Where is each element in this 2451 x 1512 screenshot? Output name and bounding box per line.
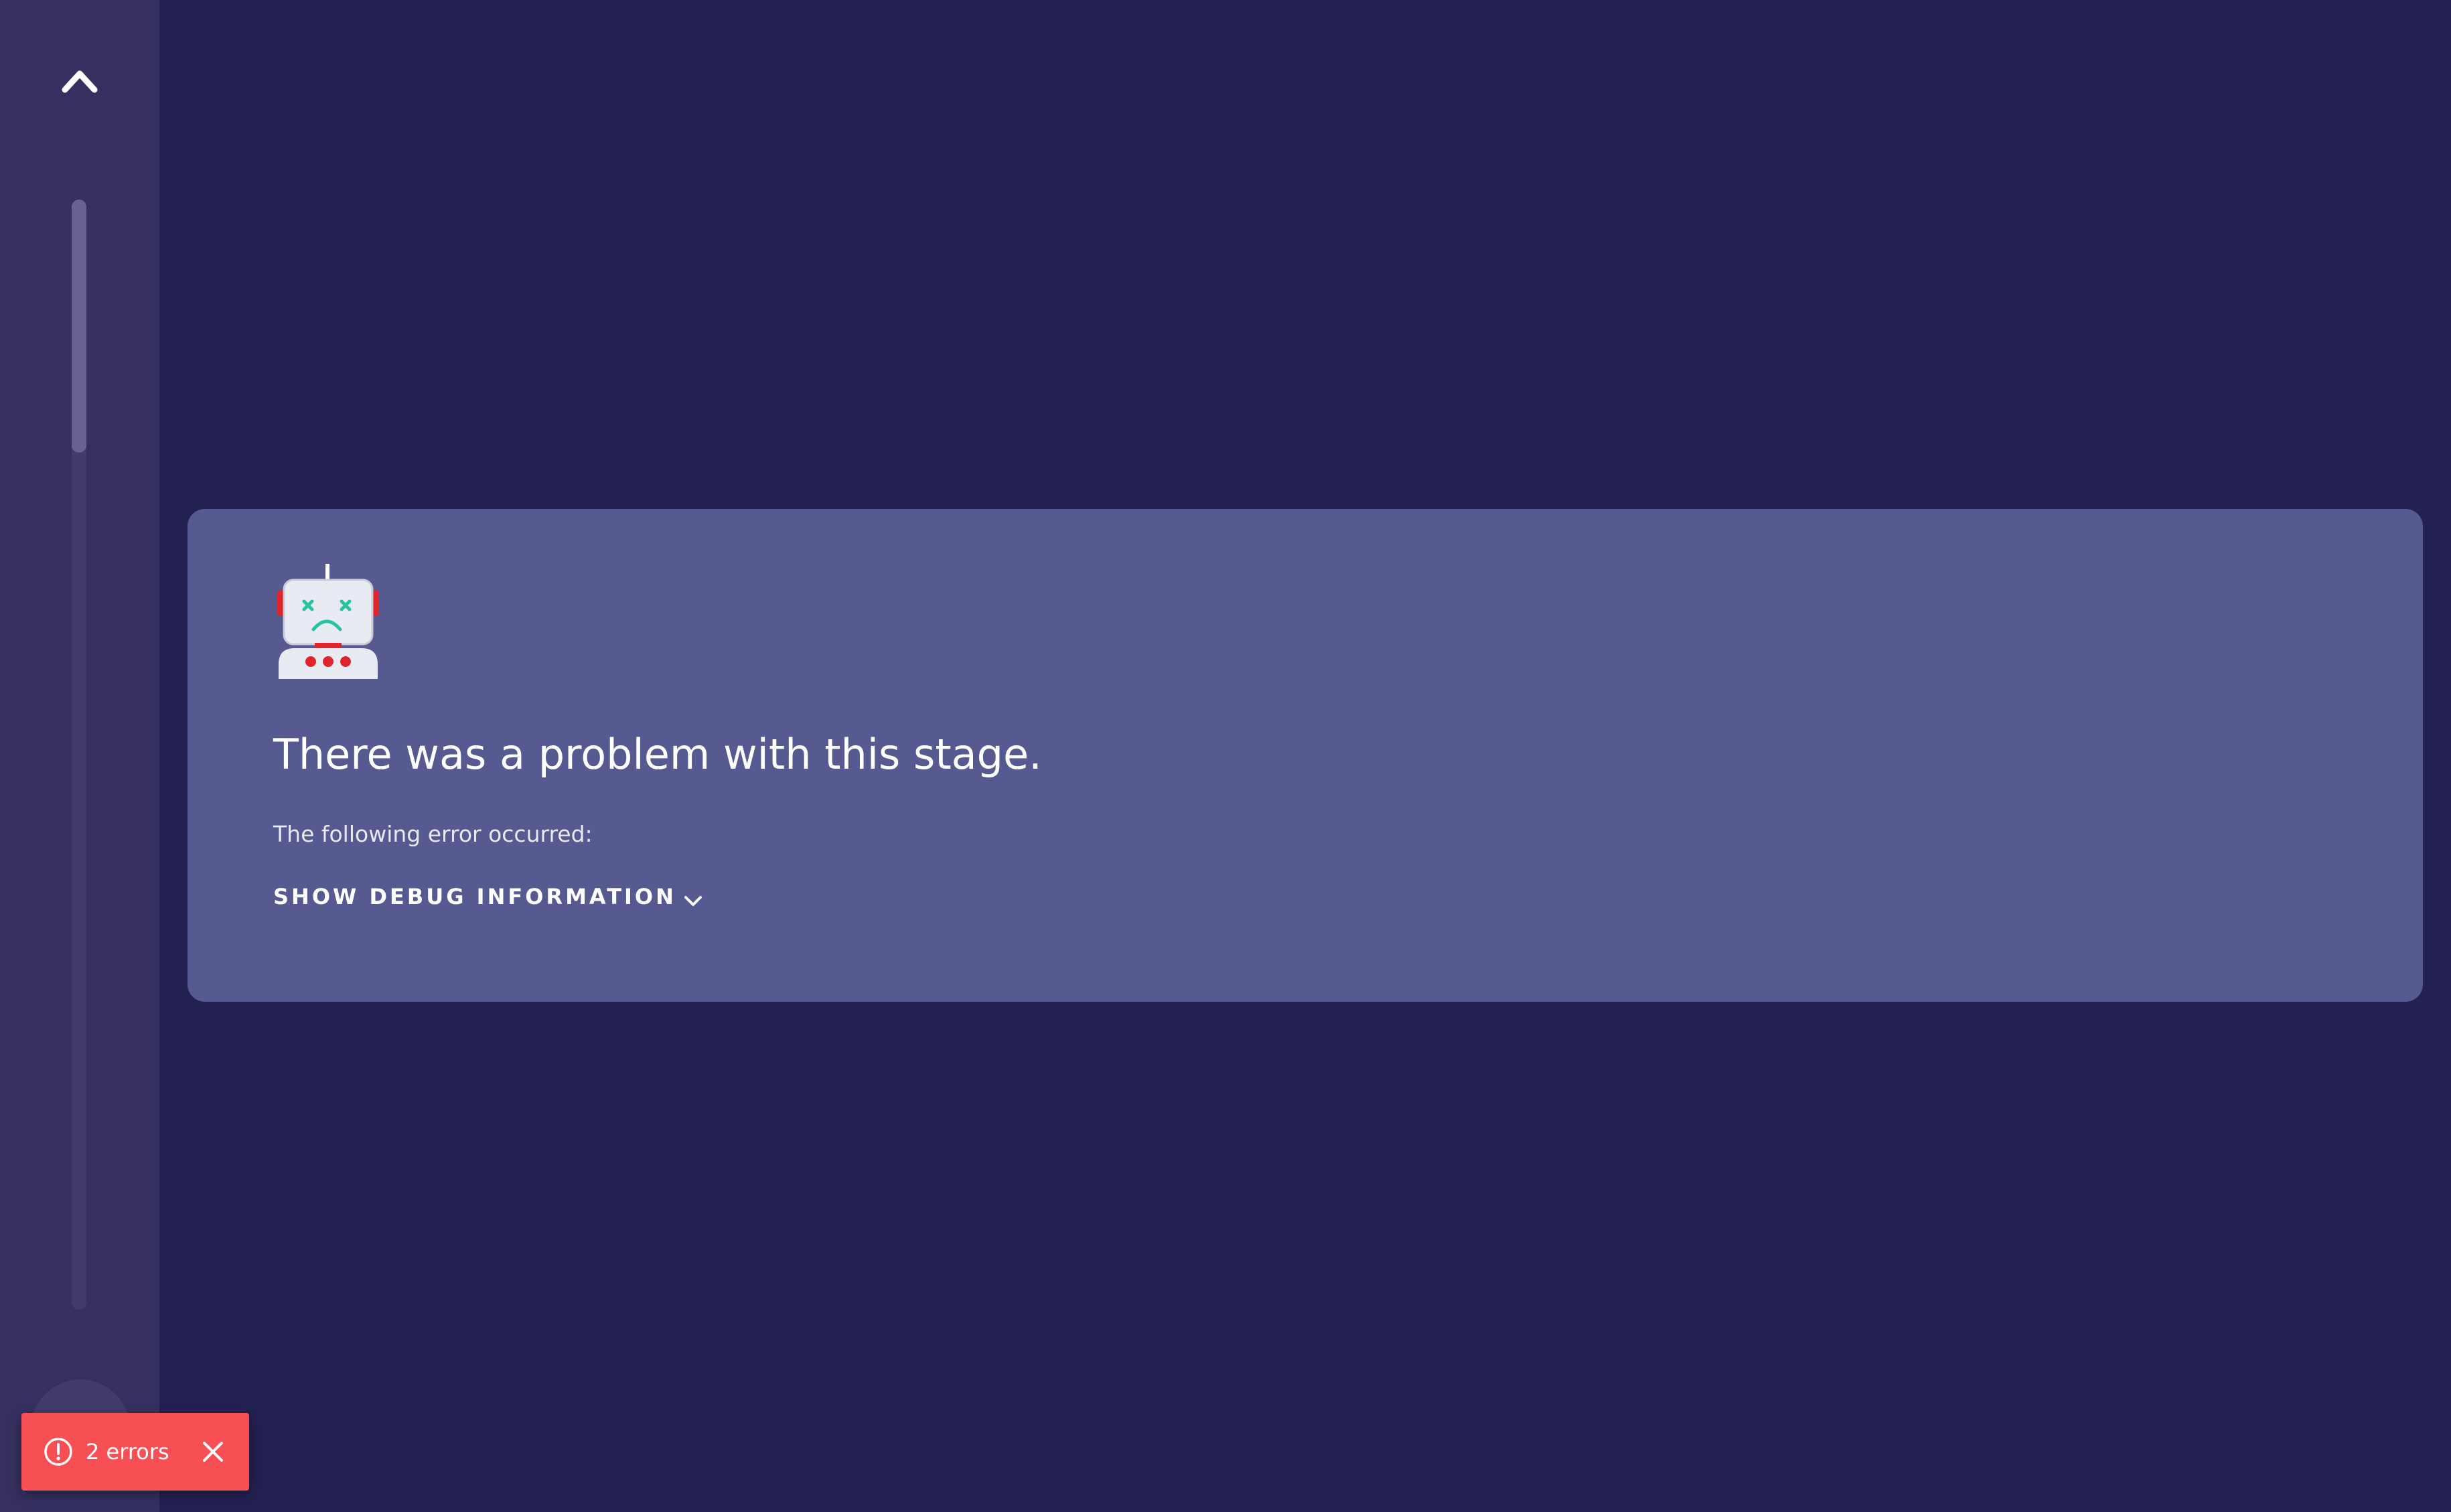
- collapse-sidebar-button[interactable]: [53, 56, 106, 104]
- error-count-text: 2 errors: [86, 1439, 169, 1464]
- alert-circle-icon: [44, 1438, 72, 1466]
- show-debug-information-button[interactable]: SHOW DEBUG INFORMATION: [273, 884, 703, 909]
- error-toast[interactable]: 2 errors: [21, 1413, 249, 1491]
- sad-robot-icon: [277, 564, 379, 679]
- sidebar-scroll-thumb[interactable]: [72, 200, 86, 453]
- sidebar-scrollbar[interactable]: [72, 200, 86, 1310]
- show-debug-information-label: SHOW DEBUG INFORMATION: [273, 884, 676, 909]
- close-toast-button[interactable]: [198, 1437, 228, 1466]
- chevron-down-icon: [684, 896, 702, 906]
- error-message: The following error occurred:: [273, 821, 593, 847]
- chevron-up-icon: [62, 70, 98, 93]
- error-title: There was a problem with this stage.: [273, 730, 1042, 779]
- sidebar: [0, 0, 159, 1512]
- close-icon: [203, 1442, 223, 1462]
- error-card: There was a problem with this stage. The…: [188, 509, 2423, 1002]
